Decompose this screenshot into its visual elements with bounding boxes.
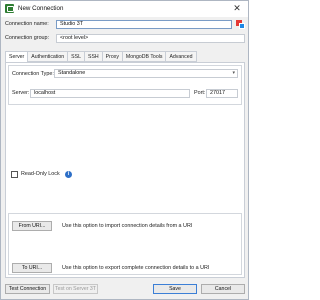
server-label: Server: bbox=[12, 90, 30, 96]
connection-group-label: Connection group: bbox=[5, 35, 50, 41]
test-connection-button[interactable]: Test Connection bbox=[5, 284, 50, 294]
tab-ssh[interactable]: SSH bbox=[83, 51, 102, 62]
to-uri-button[interactable]: To URI... bbox=[12, 263, 52, 273]
tab-bar: Server Authentication SSL SSH Proxy Mong… bbox=[5, 51, 197, 63]
from-uri-description: Use this option to import connection det… bbox=[62, 223, 193, 229]
new-connection-dialog: New Connection ✕ Connection name: Studio… bbox=[0, 0, 249, 300]
server-input[interactable]: localhost bbox=[30, 89, 190, 98]
connection-group-field[interactable]: <root level> bbox=[56, 34, 245, 43]
tab-ssl[interactable]: SSL bbox=[67, 51, 84, 62]
chevron-down-icon: ▾ bbox=[232, 70, 235, 76]
to-uri-description: Use this option to export complete conne… bbox=[62, 265, 210, 271]
read-only-label: Read-Only Lock bbox=[21, 171, 60, 177]
close-icon[interactable]: ✕ bbox=[231, 2, 243, 15]
read-only-checkbox[interactable] bbox=[11, 171, 18, 178]
cancel-button[interactable]: Cancel bbox=[201, 284, 245, 294]
connection-name-input[interactable]: Studio 3T bbox=[56, 20, 232, 29]
window-title: New Connection bbox=[18, 5, 64, 12]
tab-mongodb-tools[interactable]: MongoDB Tools bbox=[121, 51, 166, 62]
connection-type-label: Connection Type: bbox=[12, 71, 54, 77]
test-on-server-button[interactable]: Test on Server 3T bbox=[53, 284, 98, 294]
color-picker-icon[interactable] bbox=[236, 20, 245, 29]
tab-authentication[interactable]: Authentication bbox=[27, 51, 68, 62]
port-label: Port: bbox=[194, 90, 206, 96]
server-tab-panel: Connection Type: Standalone ▾ Server: lo… bbox=[5, 62, 245, 278]
tab-proxy[interactable]: Proxy bbox=[101, 51, 122, 62]
connection-name-label: Connection name: bbox=[5, 21, 49, 27]
connection-type-select[interactable]: Standalone ▾ bbox=[54, 69, 238, 78]
studio3t-app-icon bbox=[5, 4, 14, 13]
connection-type-value: Standalone bbox=[58, 70, 86, 76]
title-bar: New Connection ✕ bbox=[1, 1, 248, 17]
save-button[interactable]: Save bbox=[153, 284, 197, 294]
port-input[interactable]: 27017 bbox=[206, 89, 238, 98]
from-uri-button[interactable]: From URI... bbox=[12, 221, 52, 231]
tab-advanced[interactable]: Advanced bbox=[165, 51, 197, 62]
info-icon[interactable]: i bbox=[65, 171, 72, 178]
